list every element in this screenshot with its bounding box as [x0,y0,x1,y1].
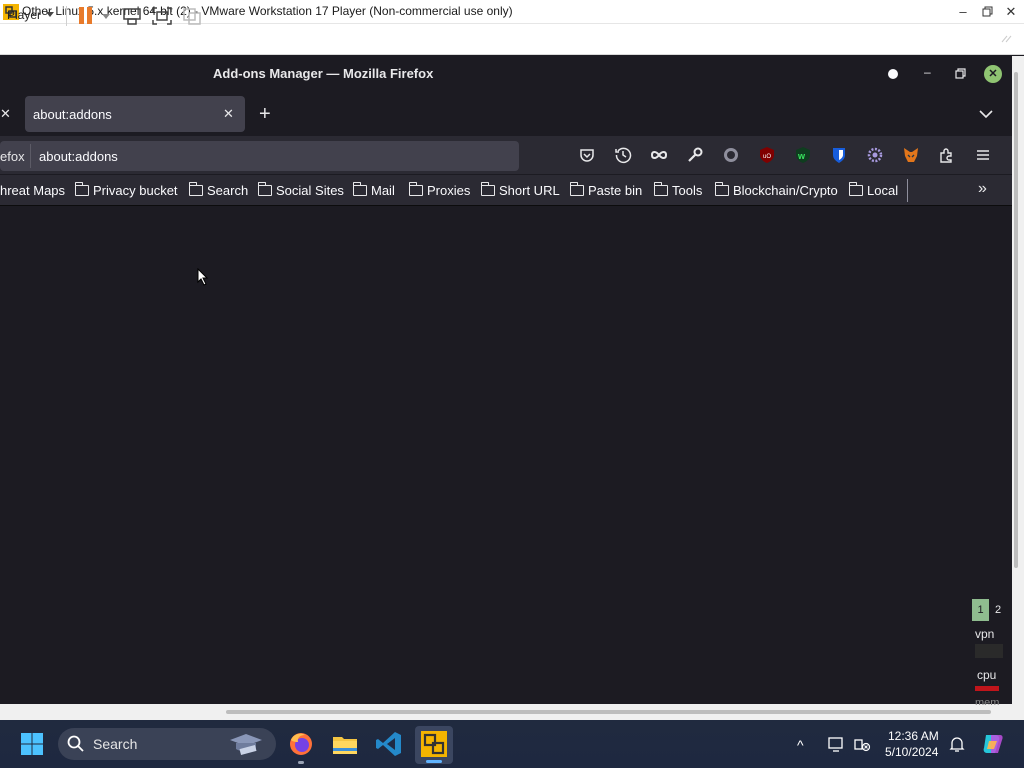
vmware-icon[interactable] [420,730,448,758]
svg-text:uO: uO [763,154,771,160]
vmware-window-title: Other Linux 5.x kernel 64-bit (2) - VMwa… [22,4,513,18]
bookmark-folder-proxies[interactable]: Proxies [409,182,470,198]
mem-label: mem [975,697,1000,705]
minimize-icon[interactable]: – [951,0,975,24]
ublock-icon[interactable]: uO [758,146,776,164]
send-ctrl-alt-del-icon[interactable] [121,6,143,26]
tab-label: about:addons [33,107,112,122]
pause-button[interactable] [77,7,93,25]
active-indicator [426,760,442,763]
clock-date[interactable]: 5/10/2024 [885,745,938,759]
collapse-toolbar-icon[interactable] [1000,33,1016,45]
bookmark-folder-privacy-bucket[interactable]: Privacy bucket [75,182,178,198]
svg-text:w: w [797,151,806,161]
clock-time[interactable]: 12:36 AM [888,729,939,743]
folder-icon [570,182,584,196]
wappalyzer-icon[interactable]: w [794,146,812,164]
unity-icon [183,8,201,25]
identity-label[interactable]: efox [0,149,25,164]
windows-start-icon[interactable] [20,732,44,756]
cpu-label: cpu [977,668,997,682]
bookmark-folder-mail[interactable]: Mail [353,182,395,198]
folder-icon [654,182,668,196]
cpu-meter [975,686,999,691]
bookmark-folder-tools[interactable]: Tools [654,182,702,198]
mouse-cursor-icon [197,268,209,286]
infinity-icon[interactable] [650,146,668,164]
bookmark-threat-maps[interactable]: hreat Maps [0,183,65,198]
folder-icon [258,182,272,196]
copilot-icon[interactable] [980,731,1006,757]
vpn-indicator [975,644,1003,658]
toolbar-divider [66,6,67,26]
folder-icon [353,182,367,196]
vscode-icon[interactable] [375,730,403,758]
bookmark-folder-blockchain-crypto[interactable]: Blockchain/Crypto [715,182,838,198]
firefox-window-title: Add-ons Manager — Mozilla Firefox [213,66,434,81]
horizontal-scrollbar[interactable] [226,710,991,714]
running-indicator [298,761,304,764]
menu-icon[interactable] [974,146,992,164]
workspace-1-button[interactable]: 1 [972,599,989,621]
bookmark-folder-search[interactable]: Search [189,182,248,198]
sticky-icon[interactable] [888,69,898,79]
url-divider [30,144,31,168]
chevron-up-icon[interactable]: ^ [797,737,804,753]
search-icon [67,735,84,752]
close-icon[interactable]: ✕ [223,106,234,122]
bookmark-folder-local[interactable]: Local [849,182,898,198]
metamask-icon[interactable] [902,146,920,164]
graduation-cap-icon [230,734,262,755]
pocket-icon[interactable] [578,146,596,164]
circle-extension-icon[interactable] [722,146,740,164]
chevron-down-icon[interactable] [978,106,994,122]
vmware-toolbar [0,24,1024,55]
file-explorer-icon[interactable] [331,730,359,758]
history-icon[interactable] [614,146,632,164]
bookmark-folder-social-sites[interactable]: Social Sites [258,182,344,198]
chevron-overflow-icon[interactable]: » [978,180,987,198]
bitwarden-icon[interactable] [830,146,848,164]
minimize-icon[interactable]: – [924,65,931,79]
folder-icon [715,182,729,196]
gear-extension-icon[interactable] [866,146,884,164]
fullscreen-icon[interactable] [151,6,173,26]
taskbar-search-label: Search [93,736,138,752]
close-icon[interactable]: ✕ [0,106,11,122]
chevron-down-icon[interactable] [102,14,110,19]
bookmarks-divider [907,179,908,202]
page-content [0,206,1012,704]
chevron-down-icon[interactable] [46,12,54,17]
wrench-icon[interactable] [686,146,704,164]
firefox-icon[interactable] [287,730,315,758]
folder-icon [481,182,495,196]
restore-icon[interactable] [975,0,999,24]
close-icon[interactable]: ✕ [999,0,1023,24]
bell-icon[interactable] [948,735,966,753]
extensions-icon[interactable] [938,146,956,164]
firefox-titlebar [0,56,1012,91]
folder-icon [189,182,203,196]
close-icon[interactable]: ✕ [984,65,1002,83]
folder-icon [75,182,89,196]
display-icon[interactable] [827,735,845,753]
folder-icon [849,182,863,196]
network-icon[interactable] [853,735,871,753]
workspace-2-button[interactable]: 2 [990,599,1006,621]
new-tab-button[interactable]: + [259,103,271,126]
folder-icon [409,182,423,196]
url-input[interactable]: about:addons [39,149,118,164]
vertical-scrollbar[interactable] [1014,72,1018,568]
restore-icon[interactable] [955,68,967,80]
vpn-label: vpn [975,627,995,641]
bookmark-folder-paste-bin[interactable]: Paste bin [570,182,642,198]
bookmark-folder-short-url[interactable]: Short URL [481,182,560,198]
player-menu[interactable]: Player [7,8,41,22]
